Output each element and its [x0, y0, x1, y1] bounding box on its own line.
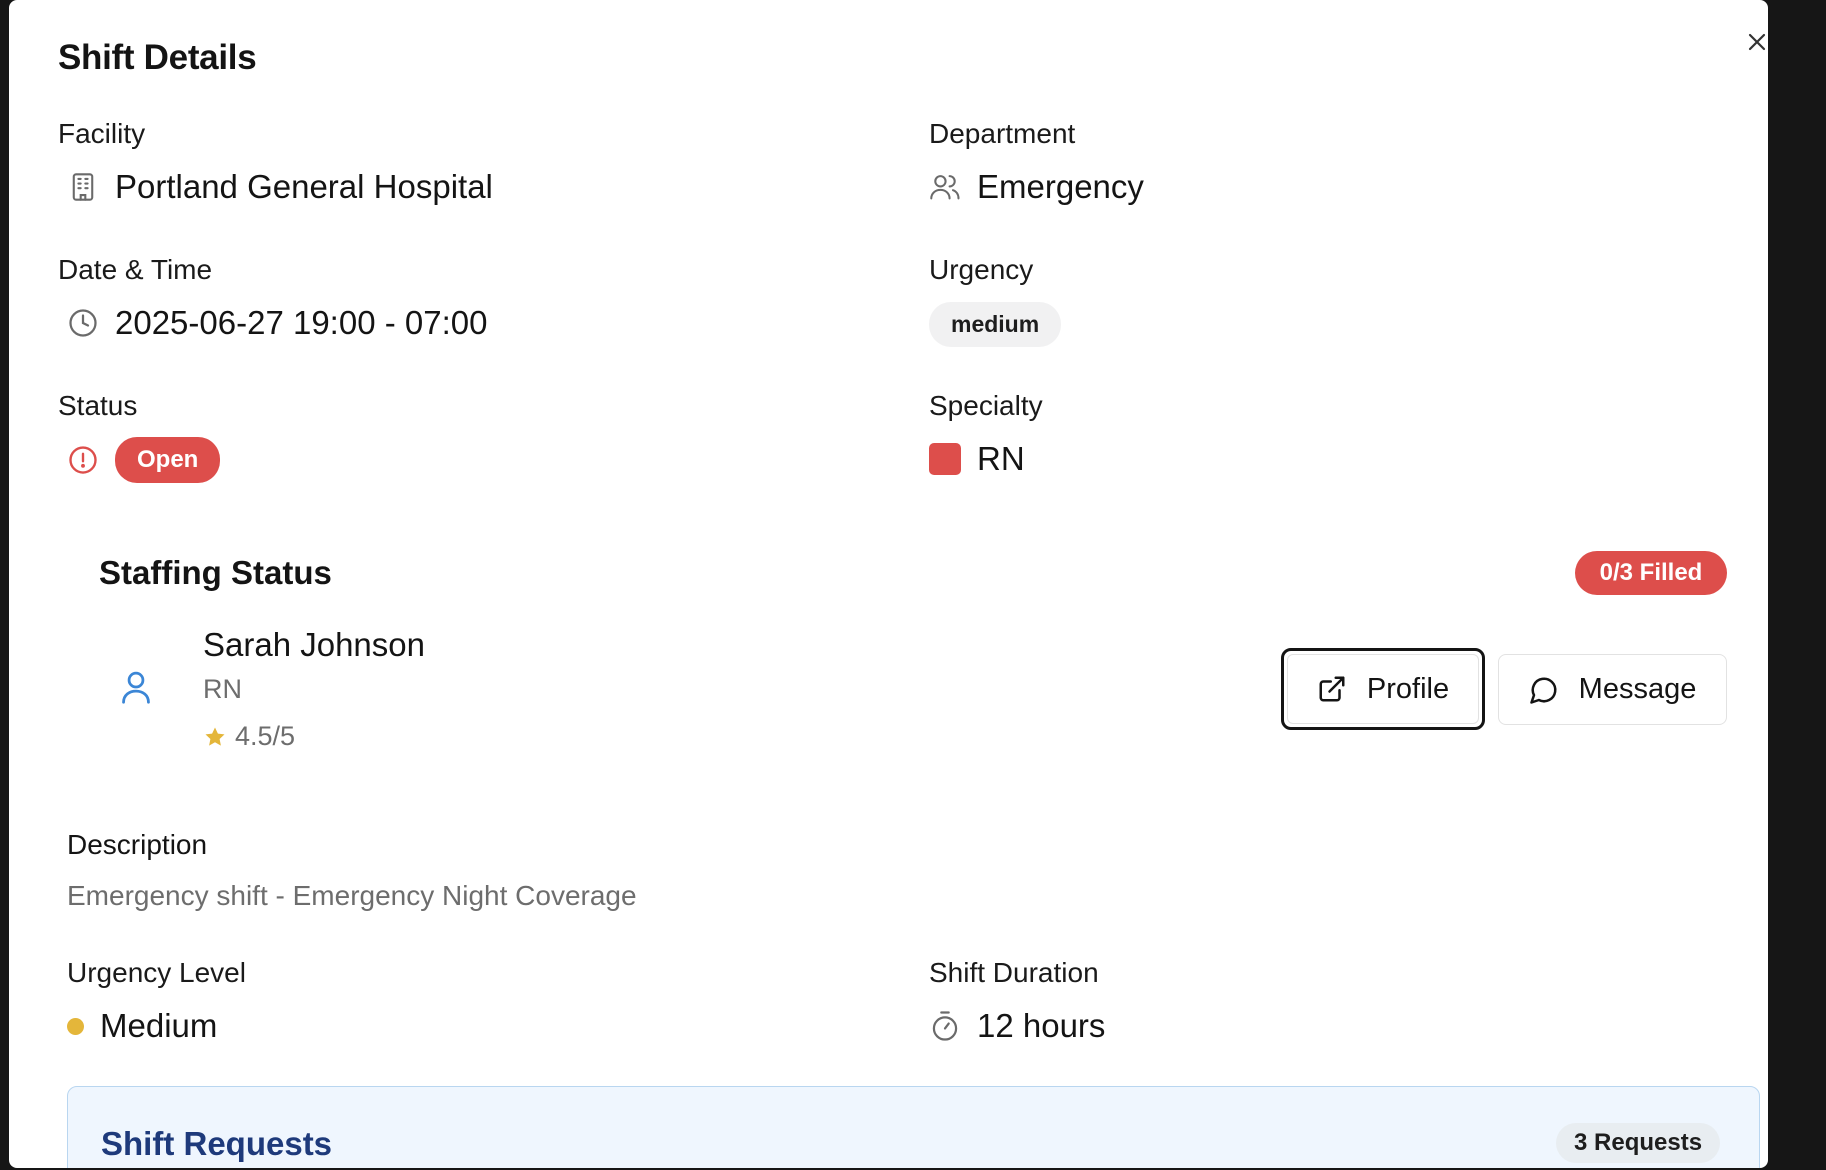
department-text: Emergency	[977, 168, 1144, 205]
urgency-dot	[67, 1017, 84, 1035]
urgency-label: Urgency	[929, 254, 1034, 285]
shift-duration-text: 12 hours	[977, 1007, 1106, 1044]
profile-button[interactable]: Profile	[1281, 648, 1485, 730]
rating-text: 4.5/5	[235, 721, 296, 751]
datetime-label: Date & Time	[58, 254, 213, 285]
x-icon	[1748, 33, 1766, 51]
requests-count-badge: 3 Requests	[1556, 1123, 1721, 1163]
clock-icon	[67, 307, 99, 339]
facility-label: Facility	[58, 118, 146, 149]
specialty-value: RN	[929, 440, 1025, 478]
shift-duration-value: 12 hours	[929, 1007, 1105, 1045]
specialty-color-swatch	[929, 443, 961, 475]
status-label: Status	[58, 390, 138, 421]
dialog-title: Shift Details	[58, 38, 257, 77]
specialty-label: Specialty	[929, 390, 1043, 421]
profile-button-label: Profile	[1366, 672, 1450, 705]
message-button-label: Message	[1578, 673, 1697, 705]
assignee-name: Sarah Johnson	[203, 626, 425, 663]
description-text: Emergency shift - Emergency Night Covera…	[67, 880, 637, 911]
filled-count-badge: 0/3 Filled	[1575, 551, 1727, 595]
assignee-role: RN	[203, 674, 242, 704]
facility-value: Portland General Hospital	[67, 168, 493, 206]
description-label: Description	[67, 829, 208, 860]
alert-circle-icon	[67, 444, 99, 476]
staffing-status-title: Staffing Status	[99, 554, 332, 591]
external-link-icon	[1319, 676, 1345, 702]
urgency-level-label: Urgency Level	[67, 957, 246, 988]
message-circle-icon	[1529, 677, 1557, 704]
facility-text: Portland General Hospital	[115, 168, 493, 205]
department-label: Department	[929, 118, 1076, 149]
close-button[interactable]	[1737, 22, 1768, 62]
status-badge: Open	[115, 437, 221, 483]
datetime-text: 2025-06-27 19:00 - 07:00	[115, 304, 488, 341]
users-icon	[929, 171, 961, 203]
department-value: Emergency	[929, 168, 1144, 206]
star-icon	[205, 727, 225, 746]
shift-requests-panel: Shift Requests 3 Requests	[67, 1086, 1760, 1168]
shift-duration-label: Shift Duration	[929, 957, 1099, 988]
message-button[interactable]: Message	[1498, 654, 1727, 725]
specialty-text: RN	[977, 440, 1025, 477]
urgency-level-text: Medium	[100, 1007, 218, 1044]
assignee-rating: 4.5/5	[203, 721, 295, 752]
status-value: Open	[67, 437, 221, 483]
urgency-level-value: Medium	[67, 1007, 217, 1045]
user-icon	[119, 669, 159, 709]
shift-requests-title: Shift Requests	[101, 1125, 333, 1162]
shift-details-dialog: Shift Details Facility Portland General …	[9, 0, 1768, 1168]
building-icon	[67, 171, 99, 203]
urgency-value: medium	[929, 302, 1062, 347]
timer-icon	[929, 1010, 961, 1042]
urgency-badge: medium	[929, 302, 1062, 347]
datetime-value: 2025-06-27 19:00 - 07:00	[67, 304, 487, 342]
